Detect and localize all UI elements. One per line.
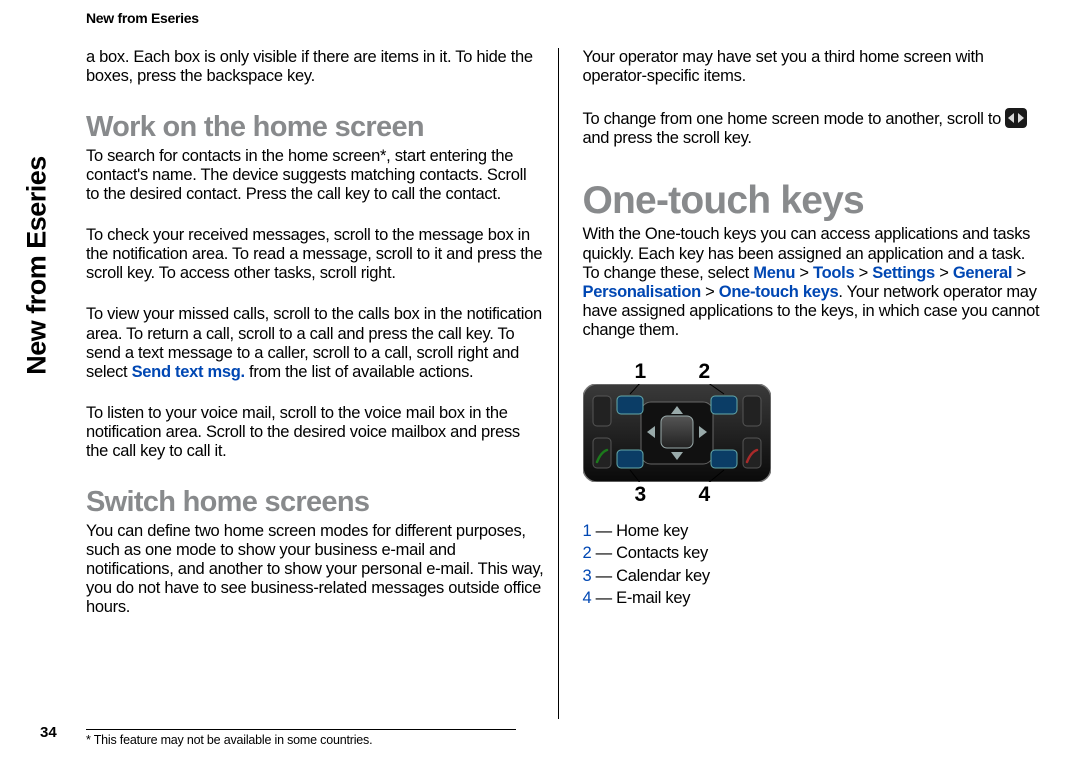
menu-path-tools: Tools (813, 264, 854, 282)
paragraph-operator-home-screen: Your operator may have set you a third h… (583, 48, 1041, 96)
menu-path-menu: Menu (753, 264, 795, 282)
figure-label-3: 3 (635, 483, 646, 507)
intro-continuation: a box. Each box is only visible if there… (86, 48, 544, 96)
legend-text: — Calendar key (591, 567, 709, 585)
text: from the list of available actions. (245, 363, 474, 381)
menu-path-personalisation: Personalisation (583, 283, 701, 301)
figure-label-2: 2 (699, 360, 710, 384)
paragraph-switch-home-screens: You can define two home screen modes for… (86, 522, 544, 628)
text: > (701, 283, 719, 301)
paragraph-missed-calls: To view your missed calls, scroll to the… (86, 305, 544, 392)
text: and press the scroll key. (583, 129, 752, 147)
heading-one-touch-keys: One-touch keys (583, 181, 1041, 222)
paragraph-one-touch-desc: With the One-touch keys you can access a… (583, 225, 1041, 350)
keypad-icon (583, 384, 771, 482)
menu-path-general: General (953, 264, 1012, 282)
text: > (795, 264, 813, 282)
text: > (854, 264, 872, 282)
footnote: * This feature may not be available in s… (86, 729, 516, 747)
column-left: a box. Each box is only visible if there… (86, 48, 559, 719)
menu-path-settings: Settings (872, 264, 935, 282)
paragraph-voicemail: To listen to your voice mail, scroll to … (86, 404, 544, 471)
figure-label-4: 4 (699, 483, 710, 507)
legend-text: — Home key (591, 522, 688, 540)
legend-text: — Contacts key (591, 544, 708, 562)
mode-switch-icon (1005, 108, 1027, 128)
legend-item-email: 4 — E-mail key (583, 587, 1041, 609)
key-legend: 1 — Home key 2 — Contacts key 3 — Calend… (583, 520, 1041, 609)
paragraph-messages: To check your received messages, scroll … (86, 226, 544, 293)
legend-item-contacts: 2 — Contacts key (583, 542, 1041, 564)
legend-item-home: 1 — Home key (583, 520, 1041, 542)
paragraph-search-contacts: To search for contacts in the home scree… (86, 147, 544, 214)
legend-item-calendar: 3 — Calendar key (583, 565, 1041, 587)
column-right: Your operator may have set you a third h… (583, 48, 1041, 719)
legend-text: — E-mail key (591, 589, 690, 607)
heading-work-home-screen: Work on the home screen (86, 112, 544, 142)
keypad-figure: 1 2 3 4 (583, 362, 783, 510)
text: To change from one home screen mode to a… (583, 110, 1006, 128)
header-short-title: New from Eseries (86, 10, 199, 26)
paragraph-change-mode: To change from one home screen mode to a… (583, 108, 1041, 158)
figure-label-1: 1 (635, 360, 646, 384)
content-columns: a box. Each box is only visible if there… (86, 48, 1040, 719)
text: > (935, 264, 953, 282)
link-send-text-msg: Send text msg. (132, 363, 245, 381)
manual-page: New from Eseries New from Eseries a box.… (0, 0, 1080, 779)
text: > (1012, 264, 1026, 282)
page-number: 34 (40, 724, 57, 741)
side-section-label: New from Eseries (22, 156, 53, 375)
heading-switch-home-screens: Switch home screens (86, 487, 544, 517)
menu-path-one-touch-keys: One-touch keys (719, 283, 839, 301)
